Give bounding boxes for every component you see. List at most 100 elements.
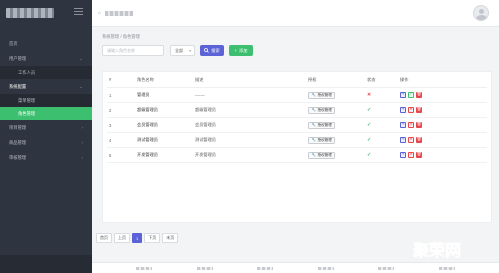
row-name: 超级管理员 xyxy=(137,107,158,112)
permission-button[interactable]: 🔧 授权管理 xyxy=(308,91,336,99)
table-row: 3 会员管理员 会员管理员 🔧 授权管理 ✓ ✎ ✕ 🗑 xyxy=(107,118,487,133)
chevron-right-icon: › xyxy=(81,125,84,130)
plus-icon: + xyxy=(234,48,238,53)
row-name: 测试管理员 xyxy=(137,137,158,142)
top-bar: ⌂ xyxy=(92,0,499,27)
sidebar-item-label: 商品管理 xyxy=(9,139,27,145)
delete-icon[interactable]: 🗑 xyxy=(416,107,422,113)
row-name: 管理员 xyxy=(137,92,150,97)
roles-table-panel: # 角色名称 描述 授权 状态 操作 1 管理员 ------- 🔧 授权管理 ✕… xyxy=(102,71,492,223)
status-select[interactable]: 全部 ▾ xyxy=(170,45,195,56)
sidebar-item-label: 菜单管理 xyxy=(18,97,36,103)
search-input[interactable] xyxy=(102,45,164,56)
permission-button-label: 授权管理 xyxy=(317,152,332,157)
page-first-button[interactable]: 首页 xyxy=(96,233,112,243)
sidebar-item-label: 审核管理 xyxy=(9,154,27,160)
disable-icon[interactable]: ✕ xyxy=(408,137,414,143)
page-next-button[interactable]: 下页 xyxy=(144,233,161,243)
menu-toggle-icon[interactable] xyxy=(74,8,83,15)
status-enabled-icon: ✓ xyxy=(367,107,372,113)
disable-icon[interactable]: ✕ xyxy=(408,152,414,158)
sidebar-item-products[interactable]: 商品管理 › xyxy=(0,135,92,150)
col-header-name: 角色名称 xyxy=(137,76,154,82)
sidebar-item-system-config[interactable]: 系统配置 ⌄ xyxy=(0,79,92,94)
row-desc: 会员管理员 xyxy=(195,122,216,127)
status-enabled-icon: ✓ xyxy=(367,137,372,143)
pagination: 首页 上页 1 下页 末页 xyxy=(96,233,179,243)
row-num: 3 xyxy=(109,122,112,128)
breadcrumb: 系统管理 / 角色管理 xyxy=(102,34,140,39)
page-last-button[interactable]: 末页 xyxy=(162,233,179,243)
page-current-button[interactable]: 1 xyxy=(132,233,143,243)
edit-icon[interactable]: ✎ xyxy=(400,137,406,143)
add-role-button[interactable]: + 添加 xyxy=(229,45,253,56)
sidebar-subgroup-system: 菜单管理 角色管理 xyxy=(0,94,92,120)
permission-button[interactable]: 🔧 授权管理 xyxy=(308,151,336,159)
avatar[interactable] xyxy=(473,5,489,21)
status-enabled-icon: ✓ xyxy=(367,122,372,128)
sidebar-item-review[interactable]: 审核管理 › xyxy=(0,150,92,165)
disable-icon[interactable]: ✕ xyxy=(408,107,414,113)
delete-icon[interactable]: 🗑 xyxy=(416,92,422,98)
sidebar-item-users[interactable]: 用户管理 ⌄ xyxy=(0,51,92,66)
search-button-label: 搜索 xyxy=(211,47,220,53)
permission-button-label: 授权管理 xyxy=(317,137,332,142)
disable-icon[interactable]: ✕ xyxy=(408,122,414,128)
col-header-desc: 描述 xyxy=(195,76,204,82)
sidebar-item-label: 首页 xyxy=(9,40,18,46)
sidebar-item-home[interactable]: 首页 xyxy=(0,36,92,51)
row-num: 5 xyxy=(109,152,112,158)
sidebar-subgroup-users: 工作人员 xyxy=(0,66,92,79)
enable-icon[interactable]: ✓ xyxy=(408,92,414,98)
sidebar-footer xyxy=(0,255,92,273)
permission-button-label: 授权管理 xyxy=(317,92,332,97)
row-num: 4 xyxy=(109,137,112,143)
table-row: 2 超级管理员 超级管理员 🔧 授权管理 ✓ ✎ ✕ 🗑 xyxy=(107,103,487,118)
status-disabled-icon: ✕ xyxy=(367,92,372,98)
row-desc: 测试管理员 xyxy=(195,137,216,142)
edit-icon[interactable]: ✎ xyxy=(400,122,406,128)
wrench-icon: 🔧 xyxy=(311,108,316,112)
delete-icon[interactable]: 🗑 xyxy=(416,137,422,143)
edit-icon[interactable]: ✎ xyxy=(400,152,406,158)
page-prev-button[interactable]: 上页 xyxy=(114,233,130,243)
home-icon[interactable]: ⌂ xyxy=(98,10,101,16)
permission-button[interactable]: 🔧 授权管理 xyxy=(308,106,336,114)
toolbar: 全部 ▾ 搜索 + 添加 xyxy=(102,45,253,56)
permission-button-label: 授权管理 xyxy=(317,122,332,127)
delete-icon[interactable]: 🗑 xyxy=(416,152,422,158)
sidebar-item-label: 工作人员 xyxy=(18,69,36,75)
row-name: 会员管理员 xyxy=(137,122,158,127)
edit-icon[interactable]: ✎ xyxy=(400,92,406,98)
sidebar-item-staff[interactable]: 工作人员 xyxy=(0,66,92,79)
chevron-down-icon: ⌄ xyxy=(79,83,83,89)
row-num: 2 xyxy=(109,107,112,113)
table-row: 1 管理员 ------- 🔧 授权管理 ✕ ✎ ✓ 🗑 xyxy=(107,88,487,103)
permission-button[interactable]: 🔧 授权管理 xyxy=(308,136,336,144)
col-header-num: # xyxy=(109,77,112,82)
delete-icon[interactable]: 🗑 xyxy=(416,122,422,128)
chevron-right-icon: › xyxy=(81,140,84,145)
sidebar-nav: 首页 用户管理 ⌄ 工作人员 系统配置 ⌄ 菜单管理 角色管理 项目管理 › 商品管理… xyxy=(0,36,92,165)
permission-button[interactable]: 🔧 授权管理 xyxy=(308,121,336,129)
wrench-icon: 🔧 xyxy=(311,138,316,142)
top-bar-title-redacted xyxy=(105,10,134,16)
row-num: 1 xyxy=(109,92,112,98)
sidebar-item-menus[interactable]: 菜单管理 xyxy=(0,94,92,107)
add-button-label: 添加 xyxy=(239,47,248,53)
edit-icon[interactable]: ✎ xyxy=(400,107,406,113)
search-icon xyxy=(204,48,210,53)
row-desc: 开发管理员 xyxy=(195,152,216,157)
sidebar-item-projects[interactable]: 项目管理 › xyxy=(0,120,92,135)
row-desc: 超级管理员 xyxy=(195,107,216,112)
svg-text:聚荣网: 聚荣网 xyxy=(412,242,461,260)
sidebar: 首页 用户管理 ⌄ 工作人员 系统配置 ⌄ 菜单管理 角色管理 项目管理 › 商品管理… xyxy=(0,0,92,273)
table-header: # 角色名称 描述 授权 状态 操作 xyxy=(107,72,487,88)
watermark-logo: 聚荣网 xyxy=(412,242,462,261)
search-button[interactable]: 搜索 xyxy=(200,45,224,56)
sidebar-item-roles[interactable]: 角色管理 xyxy=(0,107,92,120)
wrench-icon: 🔧 xyxy=(311,123,316,127)
sidebar-item-label: 角色管理 xyxy=(18,110,36,116)
wrench-icon: 🔧 xyxy=(311,153,316,157)
sidebar-item-label: 系统配置 xyxy=(9,83,27,89)
